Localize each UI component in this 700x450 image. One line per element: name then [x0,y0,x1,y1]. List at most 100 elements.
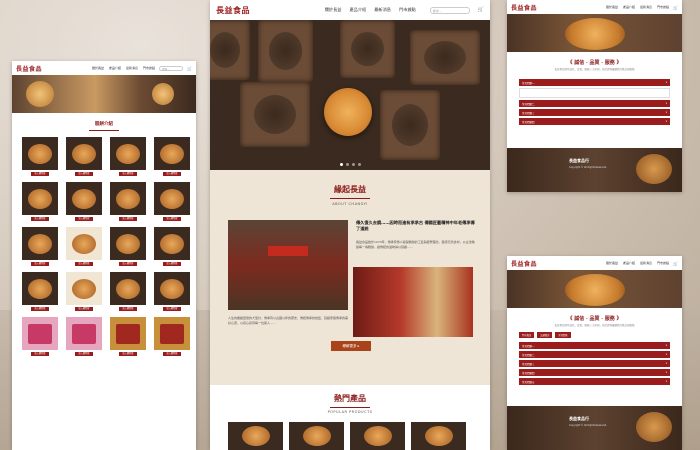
product-image[interactable] [22,137,58,170]
add-to-cart-button[interactable]: 加入購物車 [163,262,181,266]
product-image[interactable] [22,317,58,350]
product-card[interactable]: 加入購物車 [154,227,190,266]
nav-link-stores[interactable]: 門市據點 [143,66,155,70]
product-image[interactable] [22,182,58,215]
nav-link-news[interactable]: 最新消息 [640,5,652,9]
add-to-cart-button[interactable]: 加入購物車 [31,307,49,311]
add-to-cart-button[interactable]: 加入購物車 [119,172,137,176]
nav-link-news[interactable]: 最新消息 [640,261,652,265]
nav-link-products[interactable]: 產品介紹 [349,7,366,13]
add-to-cart-button[interactable]: 加入購物車 [75,352,93,356]
add-to-cart-button[interactable]: 加入購物車 [31,172,49,176]
product-image[interactable] [110,182,146,215]
faq-item[interactable]: 常見問題四 ▾ [519,369,670,377]
add-to-cart-button[interactable]: 加入購物車 [75,307,93,311]
carousel-dot[interactable] [339,163,343,166]
nav-link-products[interactable]: 產品介紹 [623,261,635,265]
faq-item[interactable]: 常見問題四 ▾ [519,118,670,126]
product-card[interactable]: 加入購物車 [66,137,102,176]
add-to-cart-button[interactable]: 加入購物車 [31,217,49,221]
carousel-dot[interactable] [351,163,355,166]
product-card[interactable]: 加入購物車 [110,137,146,176]
nav-link-stores[interactable]: 門市據點 [657,5,669,9]
product-card[interactable]: 加入購物車 [110,317,146,356]
product-image[interactable] [154,182,190,215]
product-image[interactable] [110,227,146,260]
more-button[interactable]: 瞭解更多 ▸ [331,341,371,351]
add-to-cart-button[interactable]: 加入購物車 [163,172,181,176]
product-image[interactable] [154,227,190,260]
nav-link-news[interactable]: 最新消息 [374,7,391,13]
product-image[interactable] [411,422,466,450]
product-image[interactable] [22,272,58,305]
product-card[interactable]: 加入購物車 [66,272,102,311]
product-image[interactable] [289,422,344,450]
hero-carousel[interactable] [210,20,490,170]
nav-link-news[interactable]: 最新消息 [126,66,138,70]
nav-link-products[interactable]: 產品介紹 [623,5,635,9]
nav-link-about[interactable]: 關於長益 [325,7,342,13]
logo[interactable]: 長益食品 [16,64,42,73]
logo[interactable]: 長益食品 [511,3,537,12]
product-image[interactable] [154,272,190,305]
add-to-cart-button[interactable]: 加入購物車 [75,172,93,176]
nav-link-about[interactable]: 關於長益 [92,66,104,70]
carousel-dot[interactable] [345,163,349,166]
add-to-cart-button[interactable]: 加入購物車 [119,217,137,221]
add-to-cart-button[interactable]: 加入購物車 [31,262,49,266]
faq-item[interactable]: 常見問題一 ▾ [519,342,670,350]
product-card[interactable]: 加入購物車 [110,182,146,221]
faq-item[interactable]: 常見問題二 ▾ [519,100,670,108]
nav-link-stores[interactable]: 門市據點 [399,7,416,13]
product-card[interactable]: 加入購物車 [154,317,190,356]
carousel-dot[interactable] [357,163,361,166]
tab-faq[interactable]: 常見問答 [555,332,571,339]
product-card[interactable]: 加入購物車 [22,272,58,311]
product-image[interactable] [110,137,146,170]
add-to-cart-button[interactable]: 加入購物車 [119,262,137,266]
cart-icon[interactable]: 🛒 [478,7,484,13]
add-to-cart-button[interactable]: 加入購物車 [163,352,181,356]
faq-item[interactable]: 常見問題三 ▾ [519,109,670,117]
add-to-cart-button[interactable]: 加入購物車 [31,352,49,356]
nav-link-about[interactable]: 關於長益 [606,261,618,265]
product-card[interactable]: 加入購物車 [22,182,58,221]
product-image[interactable] [66,182,102,215]
product-image[interactable] [66,137,102,170]
product-card[interactable]: 加入購物車 [154,182,190,221]
faq-item[interactable]: 常見問題二 ▾ [519,351,670,359]
product-card[interactable]: 加入購物車 [22,317,58,356]
logo[interactable]: 長益食品 [511,259,537,268]
logo[interactable]: 長益食品 [216,5,250,16]
product-card[interactable]: 加入購物車 [66,182,102,221]
faq-item[interactable]: 常見問題一 ▾ [519,79,670,87]
product-card[interactable]: 加入購物車 [22,137,58,176]
product-image[interactable] [110,272,146,305]
product-image[interactable] [66,227,102,260]
cart-icon[interactable]: 🛒 [187,66,192,71]
add-to-cart-button[interactable]: 加入購物車 [163,307,181,311]
add-to-cart-button[interactable]: 加入購物車 [119,307,137,311]
product-image[interactable] [110,317,146,350]
search-input[interactable]: 搜尋... [159,65,184,71]
add-to-cart-button[interactable]: 加入購物車 [75,217,93,221]
product-card[interactable]: 加入購物車 [110,272,146,311]
cart-icon[interactable]: 🛒 [673,261,678,266]
nav-link-about[interactable]: 關於長益 [606,5,618,9]
product-image[interactable] [154,317,190,350]
product-card[interactable]: 加入購物車 [154,137,190,176]
tab-stores[interactable]: 門市資訊 [519,332,535,339]
nav-link-products[interactable]: 產品介紹 [109,66,121,70]
product-image[interactable] [66,272,102,305]
product-image[interactable] [66,317,102,350]
add-to-cart-button[interactable]: 加入購物車 [163,217,181,221]
product-image[interactable] [22,227,58,260]
product-card[interactable]: 加入購物車 [66,227,102,266]
add-to-cart-button[interactable]: 加入購物車 [119,352,137,356]
product-card[interactable]: 加入購物車 [66,317,102,356]
cart-icon[interactable]: 🛒 [673,5,678,10]
product-card[interactable]: 加入購物車 [110,227,146,266]
nav-link-stores[interactable]: 門市據點 [657,261,669,265]
product-image[interactable] [350,422,405,450]
faq-item[interactable]: 常見問題五 ▾ [519,378,670,386]
